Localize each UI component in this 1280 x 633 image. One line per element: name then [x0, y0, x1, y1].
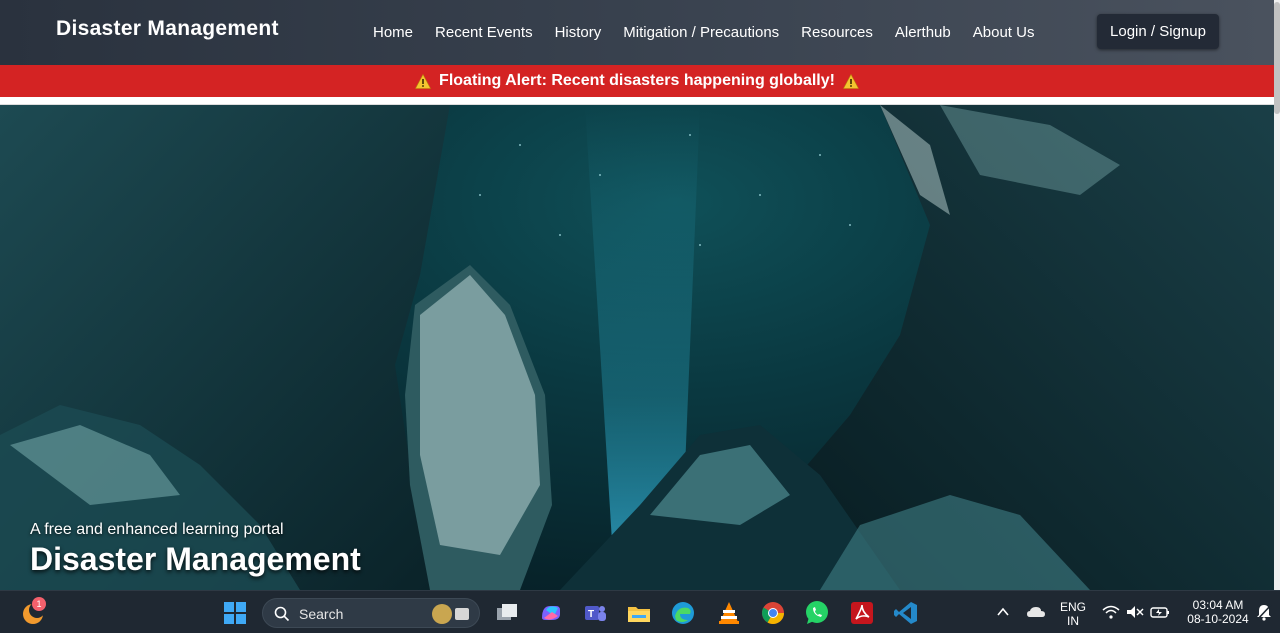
- warning-icon: [842, 73, 859, 89]
- region-code: IN: [1067, 614, 1079, 628]
- hero-title: Disaster Management: [30, 541, 361, 577]
- chevron-up-icon[interactable]: [996, 605, 1010, 619]
- brand-logo-text[interactable]: Disaster Management: [56, 17, 279, 41]
- hero-section: A free and enhanced learning portal Disa…: [0, 105, 1274, 590]
- hero-background-image: [0, 105, 1274, 590]
- navbar: Disaster Management Home Recent Events H…: [0, 0, 1274, 65]
- widgets-icon[interactable]: 1: [20, 597, 46, 626]
- language-indicator[interactable]: ENG IN: [1058, 600, 1088, 628]
- clock-time: 03:04 AM: [1192, 598, 1244, 612]
- battery-charging-icon[interactable]: [1150, 604, 1170, 620]
- whatsapp-icon[interactable]: [804, 600, 830, 626]
- nav-link-history[interactable]: History: [544, 24, 613, 41]
- scrollbar-thumb[interactable]: [1274, 2, 1280, 114]
- search-placeholder: Search: [299, 606, 344, 622]
- page-scrollbar[interactable]: [1274, 0, 1280, 590]
- vscode-icon[interactable]: [893, 600, 919, 626]
- login-signup-button[interactable]: Login / Signup: [1097, 14, 1219, 49]
- windows-start-icon[interactable]: [222, 600, 248, 626]
- clock-date: 08-10-2024: [1187, 612, 1249, 626]
- nav-link-mitigation[interactable]: Mitigation / Precautions: [612, 24, 790, 41]
- cloud-icon[interactable]: [1026, 604, 1046, 620]
- nav-link-about-us[interactable]: About Us: [962, 24, 1046, 41]
- search-highlight-icon: [432, 604, 469, 624]
- copilot-icon[interactable]: [538, 600, 564, 626]
- language-code: ENG: [1059, 600, 1086, 614]
- nav-link-resources[interactable]: Resources: [790, 24, 884, 41]
- windows-taskbar: 1 Search T ENG IN 03:04 AM 08-10-2024: [0, 590, 1280, 633]
- task-view-icon[interactable]: [494, 600, 520, 626]
- banner-divider: [0, 97, 1274, 105]
- nav-link-home[interactable]: Home: [362, 24, 424, 41]
- clock[interactable]: 03:04 AM 08-10-2024: [1182, 598, 1254, 626]
- svg-text:T: T: [588, 609, 594, 620]
- nav-links: Home Recent Events History Mitigation / …: [362, 0, 1045, 65]
- file-explorer-icon[interactable]: [626, 600, 652, 626]
- floating-alert-banner: Floating Alert: Recent disasters happeni…: [0, 65, 1274, 97]
- nav-link-alerthub[interactable]: Alerthub: [884, 24, 962, 41]
- chrome-icon[interactable]: [760, 600, 786, 626]
- teams-icon[interactable]: T: [582, 600, 608, 626]
- vlc-icon[interactable]: [716, 600, 742, 626]
- speaker-muted-icon[interactable]: [1126, 604, 1144, 620]
- notification-bell-icon[interactable]: [1256, 604, 1272, 621]
- notification-badge: 1: [32, 597, 46, 611]
- wifi-icon[interactable]: [1102, 604, 1120, 620]
- hero-subtitle: A free and enhanced learning portal: [30, 521, 284, 538]
- taskbar-search-input[interactable]: Search: [262, 598, 480, 628]
- warning-icon: [415, 73, 432, 89]
- alert-text: Floating Alert: Recent disasters happeni…: [439, 72, 835, 89]
- nav-link-recent-events[interactable]: Recent Events: [424, 24, 544, 41]
- acrobat-icon[interactable]: [849, 600, 875, 626]
- search-icon: [274, 606, 290, 622]
- edge-icon[interactable]: [670, 600, 696, 626]
